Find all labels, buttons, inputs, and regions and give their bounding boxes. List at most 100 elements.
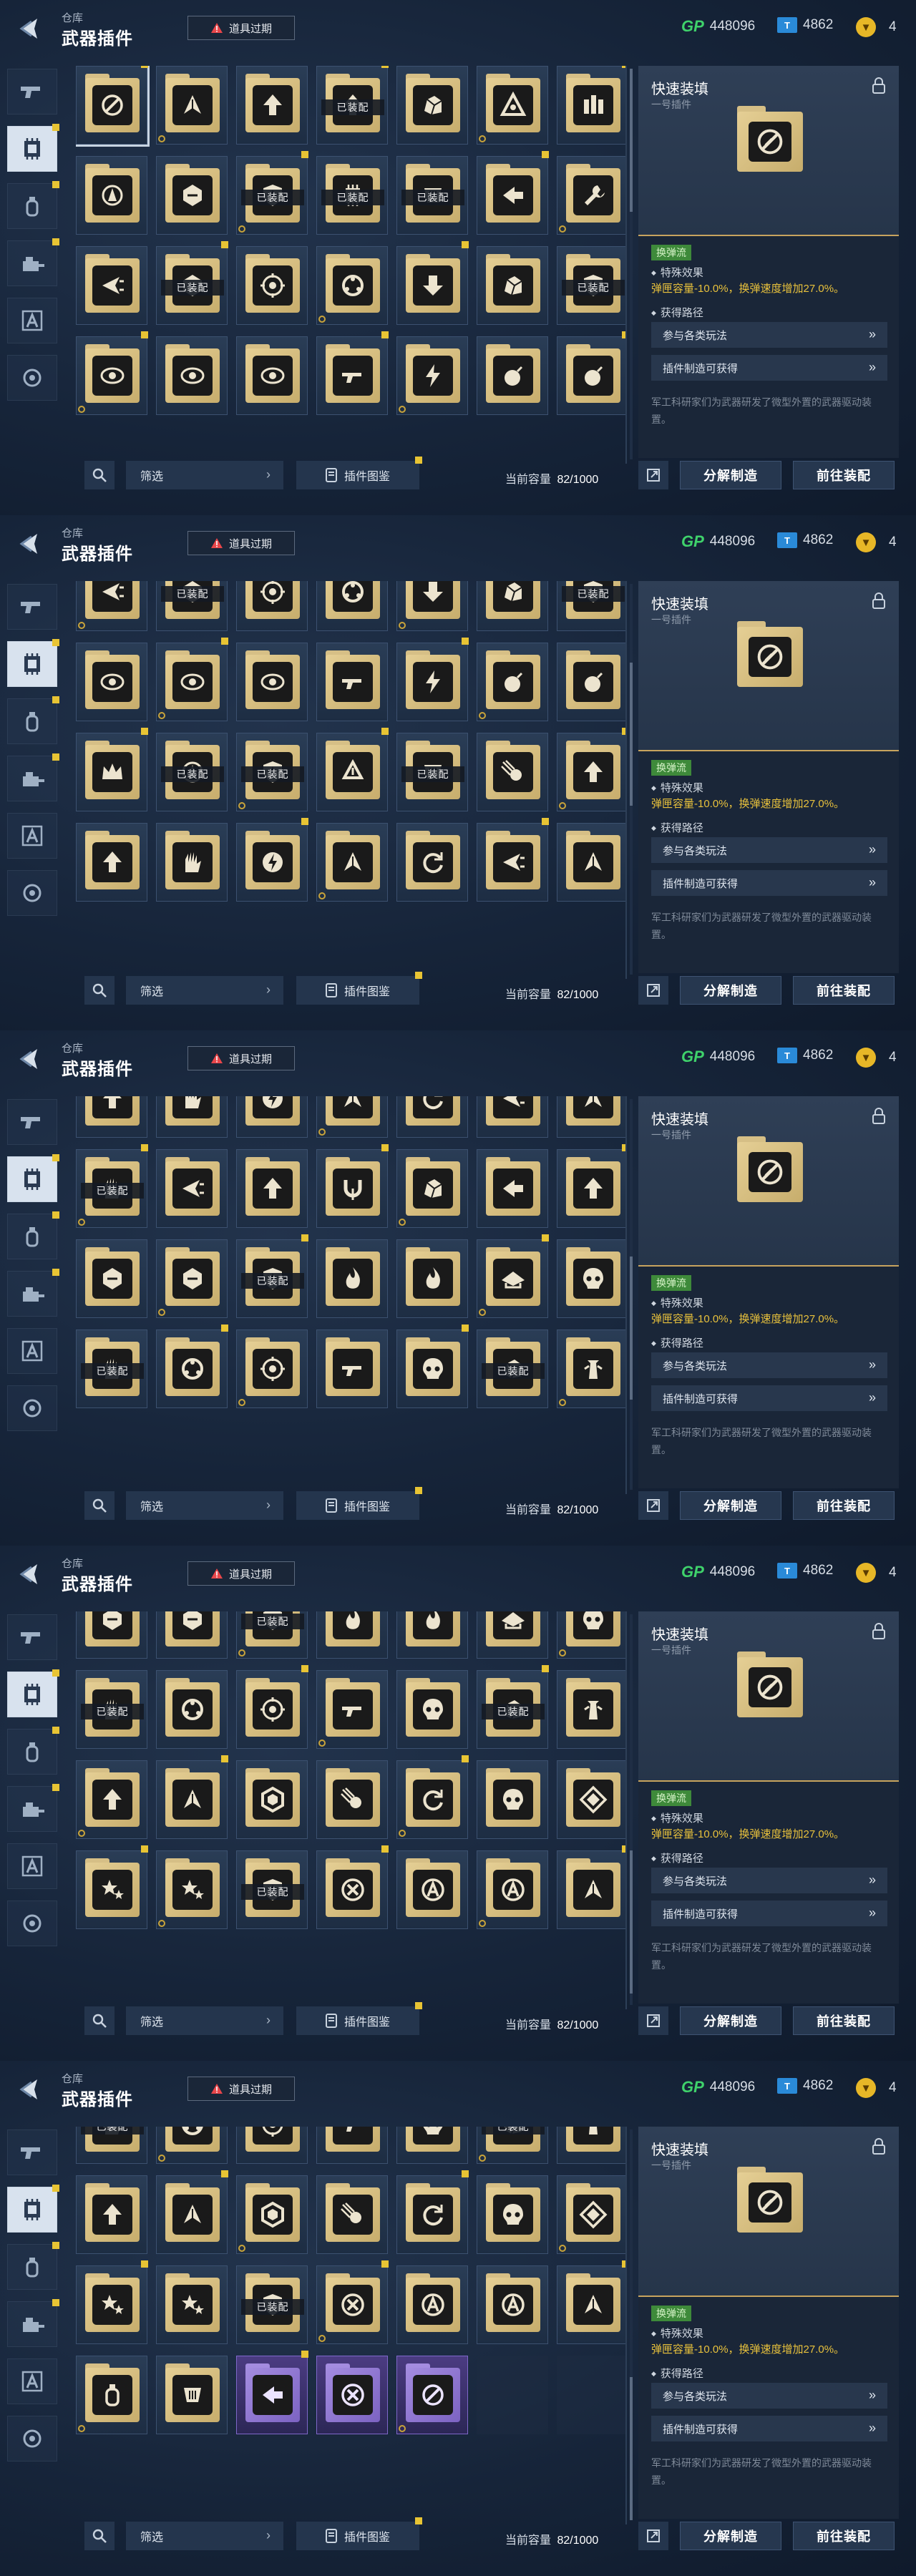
plugin-item[interactable]: [156, 156, 228, 235]
plugin-item[interactable]: [557, 66, 625, 145]
plugin-item[interactable]: [76, 823, 147, 902]
scrollbar-thumb[interactable]: [630, 2377, 633, 2520]
plugin-item[interactable]: 已装配: [557, 246, 625, 325]
plugin-item[interactable]: [156, 638, 228, 721]
plugin-item[interactable]: [156, 1670, 228, 1749]
plugin-item[interactable]: [316, 2356, 388, 2434]
sidebar-tab-grenade[interactable]: [7, 181, 59, 229]
plugin-item[interactable]: [236, 1665, 308, 1749]
go-equip-button[interactable]: 前往装配: [793, 1491, 895, 1520]
decompose-button[interactable]: 分解制造: [680, 2006, 781, 2035]
plugin-item[interactable]: [76, 1760, 147, 1839]
plugin-item[interactable]: [316, 1670, 388, 1749]
plugin-item[interactable]: [477, 246, 548, 325]
sidebar-tab-turret[interactable]: [7, 238, 59, 286]
plugin-item[interactable]: [76, 66, 150, 147]
plugin-item[interactable]: [316, 1845, 389, 1929]
plugin-item[interactable]: [156, 66, 228, 145]
sidebar-tab-gear-badge[interactable]: [7, 1901, 57, 1946]
plugin-item[interactable]: [557, 823, 625, 902]
sidebar-tab-gear-badge[interactable]: [7, 2416, 57, 2462]
plugin-item[interactable]: [477, 1850, 548, 1929]
go-equip-button[interactable]: 前往装配: [793, 976, 895, 1005]
route-plugin-craft[interactable]: 插件制造可获得 »: [651, 870, 887, 896]
expired-items-button[interactable]: 道具过期: [187, 1561, 295, 1586]
plugin-item[interactable]: 已装配: [76, 1144, 148, 1228]
plugin-item[interactable]: 已装配: [76, 1330, 147, 1408]
expand-button[interactable]: [638, 2522, 668, 2550]
plugin-item[interactable]: 已装配: [557, 581, 625, 631]
plugin-item[interactable]: 已装配: [156, 733, 228, 811]
decompose-button[interactable]: 分解制造: [680, 1491, 781, 1520]
scrollbar[interactable]: [630, 1614, 633, 2005]
filter-dropdown[interactable]: 筛选 ›: [126, 976, 283, 1005]
decompose-button[interactable]: 分解制造: [680, 461, 781, 489]
sidebar-tab-armor-a[interactable]: [7, 1843, 57, 1889]
plugin-item[interactable]: [316, 2175, 388, 2254]
plugin-item[interactable]: [156, 1611, 228, 1659]
plugin-item[interactable]: [236, 2127, 308, 2164]
plugin-item[interactable]: [557, 643, 625, 721]
plugin-item[interactable]: [557, 1670, 625, 1749]
plugin-item[interactable]: [557, 728, 625, 811]
decompose-button[interactable]: 分解制造: [680, 976, 781, 1005]
plugin-atlas-button[interactable]: 插件图鉴: [296, 457, 422, 489]
plugin-item[interactable]: [557, 331, 625, 415]
plugin-item[interactable]: [396, 1670, 468, 1749]
plugin-item[interactable]: [557, 2175, 625, 2254]
plugin-item[interactable]: [396, 2356, 468, 2434]
plugin-item[interactable]: [396, 2265, 468, 2344]
sidebar-tab-armor-a[interactable]: [7, 2358, 57, 2404]
expand-button[interactable]: [638, 461, 668, 489]
plugin-item[interactable]: 已装配: [76, 1670, 147, 1749]
plugin-atlas-button[interactable]: 插件图鉴: [296, 1487, 422, 1520]
search-button[interactable]: [84, 461, 114, 489]
plugin-item[interactable]: [76, 246, 147, 325]
plugin-item[interactable]: [156, 2265, 228, 2344]
plugin-item[interactable]: [236, 66, 308, 145]
plugin-item[interactable]: [396, 336, 468, 415]
plugin-item[interactable]: [76, 728, 148, 811]
decompose-button[interactable]: 分解制造: [680, 2522, 781, 2550]
plugin-item[interactable]: [316, 2127, 388, 2164]
sidebar-tab-plugin-chip[interactable]: [7, 124, 59, 172]
plugin-item[interactable]: [76, 2356, 147, 2434]
route-plugin-craft[interactable]: 插件制造可获得 »: [651, 355, 887, 381]
plugin-item[interactable]: [396, 1096, 468, 1138]
plugin-item[interactable]: [316, 643, 388, 721]
plugin-item[interactable]: [557, 1330, 625, 1408]
lock-icon[interactable]: [869, 76, 889, 96]
plugin-item[interactable]: [156, 1149, 228, 1228]
plugin-item[interactable]: [76, 2175, 147, 2254]
plugin-item[interactable]: [76, 1611, 147, 1659]
plugin-item[interactable]: 已装配: [236, 2265, 308, 2344]
plugin-item[interactable]: 已装配: [236, 733, 308, 811]
plugin-item[interactable]: 已装配: [396, 156, 468, 235]
plugin-item[interactable]: 已装配: [236, 1611, 308, 1659]
plugin-item[interactable]: [396, 823, 468, 902]
plugin-item[interactable]: [156, 2170, 228, 2254]
filter-dropdown[interactable]: 筛选 ›: [126, 2522, 283, 2550]
plugin-item[interactable]: [236, 643, 308, 721]
plugin-item[interactable]: [236, 2351, 308, 2434]
route-play-modes[interactable]: 参与各类玩法 »: [651, 837, 887, 863]
plugin-item[interactable]: [477, 1234, 549, 1318]
expired-items-button[interactable]: 道具过期: [187, 16, 295, 40]
filter-dropdown[interactable]: 筛选 ›: [126, 461, 283, 489]
plugin-item[interactable]: 已装配: [316, 66, 389, 145]
sidebar-tab-grenade[interactable]: [7, 1727, 59, 1775]
plugin-atlas-button[interactable]: 插件图鉴: [296, 2517, 422, 2550]
plugin-item[interactable]: [236, 818, 308, 902]
go-equip-button[interactable]: 前往装配: [793, 2522, 895, 2550]
plugin-item[interactable]: 已装配: [156, 581, 228, 631]
scrollbar-thumb[interactable]: [630, 663, 633, 806]
sidebar-tab-gear-badge[interactable]: [7, 1385, 57, 1431]
plugin-item[interactable]: [396, 638, 469, 721]
plugin-item[interactable]: [156, 1850, 228, 1929]
plugin-item[interactable]: [156, 1324, 228, 1408]
sidebar-tab-grenade[interactable]: [7, 2242, 59, 2290]
plugin-item[interactable]: [316, 1611, 388, 1659]
plugin-item[interactable]: [236, 336, 308, 415]
sidebar-tab-gear-badge[interactable]: [7, 870, 57, 916]
plugin-item[interactable]: [477, 1149, 548, 1228]
